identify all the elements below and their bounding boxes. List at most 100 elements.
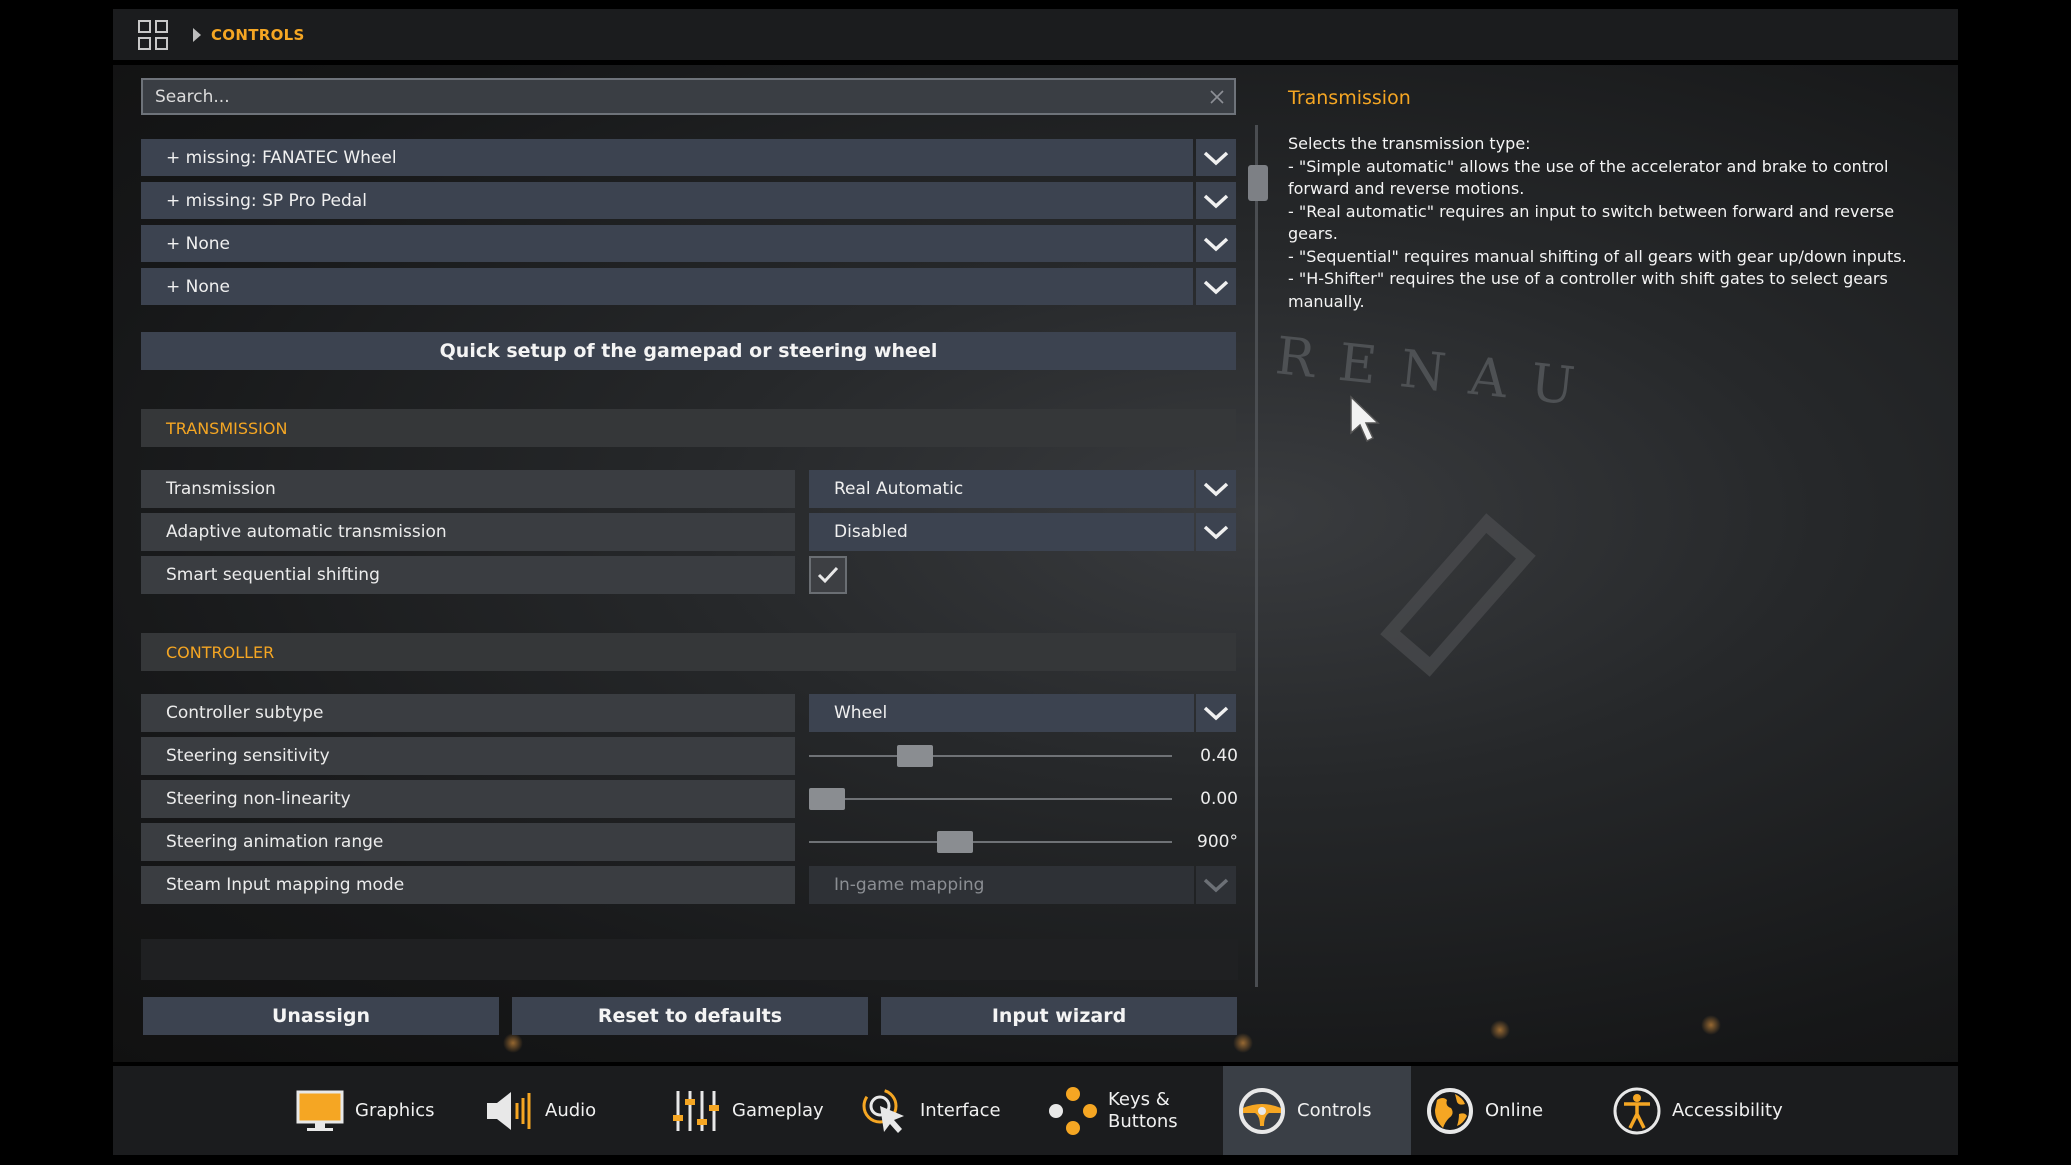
background-lamp bbox=[1233, 1033, 1253, 1053]
steering-animation-range-slider[interactable] bbox=[809, 823, 1172, 861]
quick-setup-button[interactable]: Quick setup of the gamepad or steering w… bbox=[141, 332, 1236, 370]
checkmark-icon bbox=[817, 566, 839, 584]
steering-animation-range-value: 900° bbox=[1197, 832, 1238, 852]
steering-nonlinearity-label: Steering non-linearity bbox=[141, 780, 795, 818]
nav-interface[interactable]: Interface bbox=[858, 1066, 1018, 1155]
nav-interface-label: Interface bbox=[920, 1099, 1001, 1121]
breadcrumb-current: CONTROLS bbox=[211, 26, 305, 44]
background-lamp bbox=[1701, 1015, 1721, 1035]
steering-sensitivity-slider[interactable] bbox=[809, 737, 1172, 775]
background-lamp bbox=[503, 1033, 523, 1053]
mouse-cursor-icon bbox=[1350, 395, 1380, 443]
nav-graphics-label: Graphics bbox=[355, 1099, 435, 1121]
steering-animation-range-label: Steering animation range bbox=[141, 823, 795, 861]
controller-subtype-label: Controller subtype bbox=[141, 694, 795, 732]
slider-track bbox=[809, 841, 1172, 843]
chevron-down-icon bbox=[1203, 237, 1229, 251]
nav-online-label: Online bbox=[1485, 1099, 1544, 1121]
section-header-transmission: TRANSMISSION bbox=[141, 409, 1236, 447]
main-panel: RENAU + missing: FANATEC Wheel + missing… bbox=[113, 65, 1958, 1062]
device-label: + None bbox=[166, 276, 230, 297]
description-body: Selects the transmission type: - "Simple… bbox=[1288, 134, 1907, 311]
nav-audio-label: Audio bbox=[545, 1099, 597, 1121]
grid-menu-icon[interactable] bbox=[137, 19, 169, 51]
steering-sensitivity-label: Steering sensitivity bbox=[141, 737, 795, 775]
unassign-button[interactable]: Unassign bbox=[143, 997, 499, 1035]
top-bar: CONTROLS bbox=[113, 9, 1958, 60]
steam-input-mapping-dropdown-button bbox=[1196, 866, 1236, 904]
reset-to-defaults-button[interactable]: Reset to defaults bbox=[512, 997, 868, 1035]
nav-gameplay-label: Gameplay bbox=[732, 1099, 824, 1121]
transmission-label: Transmission bbox=[141, 470, 795, 508]
section-header-controller: CONTROLLER bbox=[141, 633, 1236, 671]
device-label: + None bbox=[166, 233, 230, 254]
steam-input-mapping-select: In-game mapping bbox=[809, 866, 1194, 904]
device-row-4[interactable]: + None bbox=[141, 268, 1193, 305]
nav-graphics[interactable]: Graphics bbox=[293, 1066, 443, 1155]
search-box bbox=[141, 78, 1236, 115]
steering-nonlinearity-value: 0.00 bbox=[1200, 789, 1238, 809]
device-dropdown-button[interactable] bbox=[1196, 225, 1236, 262]
nav-keys-buttons[interactable]: Keys & Buttons bbox=[1046, 1066, 1206, 1155]
nav-keys-buttons-label: Keys & Buttons bbox=[1108, 1088, 1178, 1132]
description-title: Transmission bbox=[1288, 87, 1411, 109]
chevron-down-icon bbox=[1203, 525, 1229, 540]
nav-online[interactable]: Online bbox=[1423, 1066, 1573, 1155]
transmission-select[interactable]: Real Automatic bbox=[809, 470, 1194, 508]
monitor-icon bbox=[293, 1084, 347, 1138]
nav-gameplay[interactable]: Gameplay bbox=[670, 1066, 830, 1155]
nav-controls-label: Controls bbox=[1297, 1099, 1372, 1121]
device-dropdown-button[interactable] bbox=[1196, 268, 1236, 305]
device-row-1[interactable]: + missing: FANATEC Wheel bbox=[141, 139, 1193, 176]
background-lamp bbox=[1490, 1020, 1510, 1040]
nav-audio[interactable]: Audio bbox=[483, 1066, 613, 1155]
footer-strip bbox=[141, 939, 1238, 980]
slider-track bbox=[809, 798, 1172, 800]
smart-sequential-label: Smart sequential shifting bbox=[141, 556, 795, 594]
controller-subtype-dropdown-button[interactable] bbox=[1196, 694, 1236, 732]
bottom-nav-bar: Graphics Audio Gameplay Interface Keys &… bbox=[113, 1066, 1958, 1155]
chevron-down-icon bbox=[1203, 706, 1229, 721]
steering-wheel-icon bbox=[1235, 1084, 1289, 1138]
device-label: + missing: SP Pro Pedal bbox=[166, 190, 367, 211]
nav-accessibility-label: Accessibility bbox=[1672, 1099, 1783, 1121]
smart-sequential-checkbox[interactable] bbox=[809, 556, 847, 594]
scrollbar-track[interactable] bbox=[1255, 125, 1258, 987]
slider-thumb[interactable] bbox=[897, 745, 934, 767]
chevron-down-icon bbox=[1203, 878, 1229, 893]
slider-thumb[interactable] bbox=[809, 788, 845, 810]
device-row-2[interactable]: + missing: SP Pro Pedal bbox=[141, 182, 1193, 219]
globe-icon bbox=[1423, 1084, 1477, 1138]
device-dropdown-button[interactable] bbox=[1196, 139, 1236, 176]
breadcrumb-arrow-icon bbox=[193, 28, 201, 42]
background-brand-text: RENAU bbox=[1272, 326, 1602, 420]
speaker-icon bbox=[483, 1084, 537, 1138]
adaptive-transmission-label: Adaptive automatic transmission bbox=[141, 513, 795, 551]
steering-sensitivity-value: 0.40 bbox=[1200, 746, 1238, 766]
transmission-dropdown-button[interactable] bbox=[1196, 470, 1236, 508]
chevron-down-icon bbox=[1203, 194, 1229, 208]
chevron-down-icon bbox=[1203, 280, 1229, 294]
slider-thumb[interactable] bbox=[936, 831, 973, 853]
accessibility-icon bbox=[1610, 1084, 1664, 1138]
controller-subtype-select[interactable]: Wheel bbox=[809, 694, 1194, 732]
chevron-down-icon bbox=[1203, 151, 1229, 165]
chevron-down-icon bbox=[1203, 482, 1229, 497]
slider-track bbox=[809, 755, 1172, 757]
background-logo bbox=[1380, 513, 1536, 677]
scrollbar-thumb[interactable] bbox=[1248, 165, 1268, 201]
steering-nonlinearity-slider[interactable] bbox=[809, 780, 1172, 818]
adaptive-transmission-select[interactable]: Disabled bbox=[809, 513, 1194, 551]
nav-accessibility[interactable]: Accessibility bbox=[1610, 1066, 1810, 1155]
nav-controls[interactable]: Controls bbox=[1223, 1066, 1411, 1155]
steam-input-mapping-label: Steam Input mapping mode bbox=[141, 866, 795, 904]
buttons-icon bbox=[1046, 1084, 1100, 1138]
sliders-icon bbox=[670, 1084, 724, 1138]
device-row-3[interactable]: + None bbox=[141, 225, 1193, 262]
search-input[interactable] bbox=[143, 80, 1234, 113]
input-wizard-button[interactable]: Input wizard bbox=[881, 997, 1237, 1035]
cursor-icon bbox=[858, 1084, 912, 1138]
clear-search-icon[interactable] bbox=[1208, 88, 1226, 106]
device-dropdown-button[interactable] bbox=[1196, 182, 1236, 219]
adaptive-transmission-dropdown-button[interactable] bbox=[1196, 513, 1236, 551]
